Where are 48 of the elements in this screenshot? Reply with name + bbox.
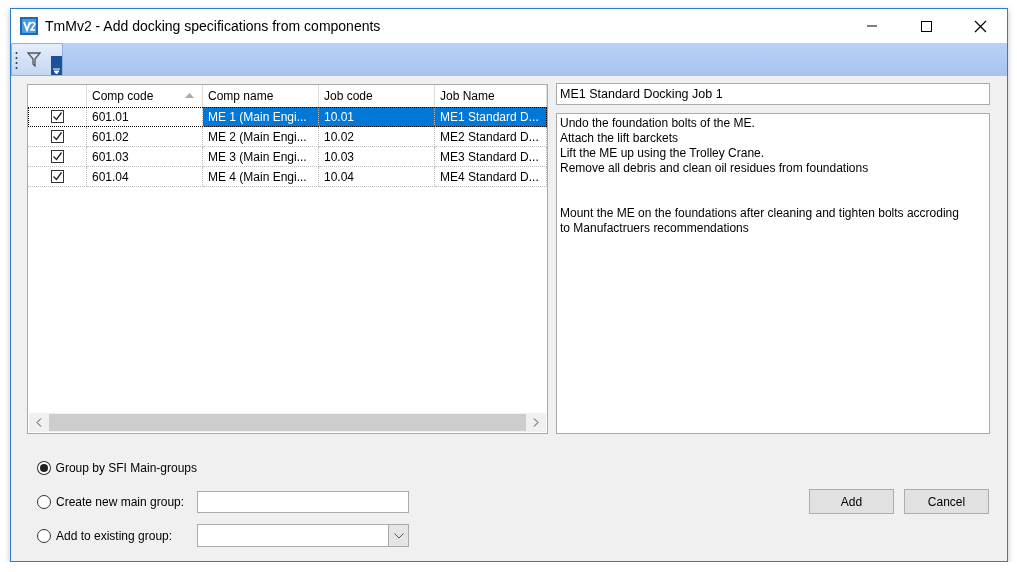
option-label[interactable]: Create new main group:	[56, 494, 185, 509]
table-cell: 601.03	[87, 147, 203, 167]
table-cell: 601.04	[87, 167, 203, 187]
table-cell: ME 4 (Main Engi...	[203, 167, 319, 187]
table-cell: ME 3 (Main Engi...	[203, 147, 319, 167]
filter-button[interactable]	[11, 43, 63, 76]
description-textarea[interactable]	[556, 113, 990, 434]
table-cell: 10.03	[319, 147, 435, 167]
chevron-down-icon	[393, 532, 404, 539]
table-cell: 10.01	[319, 107, 435, 127]
table-cell: 10.04	[319, 167, 435, 187]
checkbox[interactable]	[50, 110, 64, 123]
description-line: Lift the ME up using the Trolley Crane.	[560, 146, 766, 161]
table-cell: ME 1 (Main Engi...	[203, 107, 319, 127]
table-row[interactable]: 601.01 ME 1 (Main Engi... 10.01 ME1 Standard D...	[28, 107, 547, 127]
table-cell: ME2 Standard D...	[435, 127, 547, 147]
grip-icon	[15, 50, 18, 69]
table-cell: ME4 Standard D...	[435, 167, 547, 187]
description-line: Mount the ME on the foundations after cleaning and tighten bolts accroding to Manufactruers recommendations	[560, 206, 960, 236]
table-cell: ME3 Standard D...	[435, 147, 547, 167]
description-line: Undo the foundation bolts of the ME.	[560, 116, 756, 131]
checkbox[interactable]	[50, 130, 64, 143]
table-cell: 601.02	[87, 127, 203, 147]
maximize-icon	[919, 19, 933, 33]
description-line: Attach the lift barckets	[560, 131, 680, 146]
option-label[interactable]: Add to existing group:	[56, 528, 173, 543]
radio-button[interactable]	[37, 528, 51, 543]
table-cell: ME 2 (Main Engi...	[203, 127, 319, 147]
description-line: Remove all debris and clean oil residues from foundations	[560, 161, 870, 176]
job-name-field[interactable]: ME1 Standard Docking Job 1	[556, 83, 990, 105]
dialog-button[interactable]: Add	[809, 489, 894, 514]
group-name-field[interactable]	[197, 490, 409, 513]
checkbox[interactable]	[50, 150, 64, 163]
checkbox[interactable]	[50, 170, 64, 183]
table-cell: 10.02	[319, 127, 435, 147]
table-cell: ME1 Standard D...	[435, 107, 547, 127]
table-row[interactable]: 601.02 ME 2 (Main Engi... 10.02 ME2 Standard D...	[28, 127, 547, 147]
option-label[interactable]: Group by SFI Main-groups	[55, 460, 197, 475]
radio-button[interactable]	[37, 460, 51, 475]
dropdown-arrow-icon	[53, 68, 60, 75]
filter-icon	[27, 52, 41, 67]
window-title: TmMv2 - Add docking specifications from components	[45, 18, 382, 34]
dialog-button[interactable]: Cancel	[904, 489, 989, 514]
app-icon	[20, 17, 38, 35]
table-row[interactable]: 601.04 ME 4 (Main Engi... 10.04 ME4 Standard D...	[28, 167, 547, 187]
table-row[interactable]: 601.03 ME 3 (Main Engi... 10.03 ME3 Standard D...	[28, 147, 547, 167]
close-icon	[973, 19, 987, 33]
radio-button[interactable]	[37, 494, 51, 509]
